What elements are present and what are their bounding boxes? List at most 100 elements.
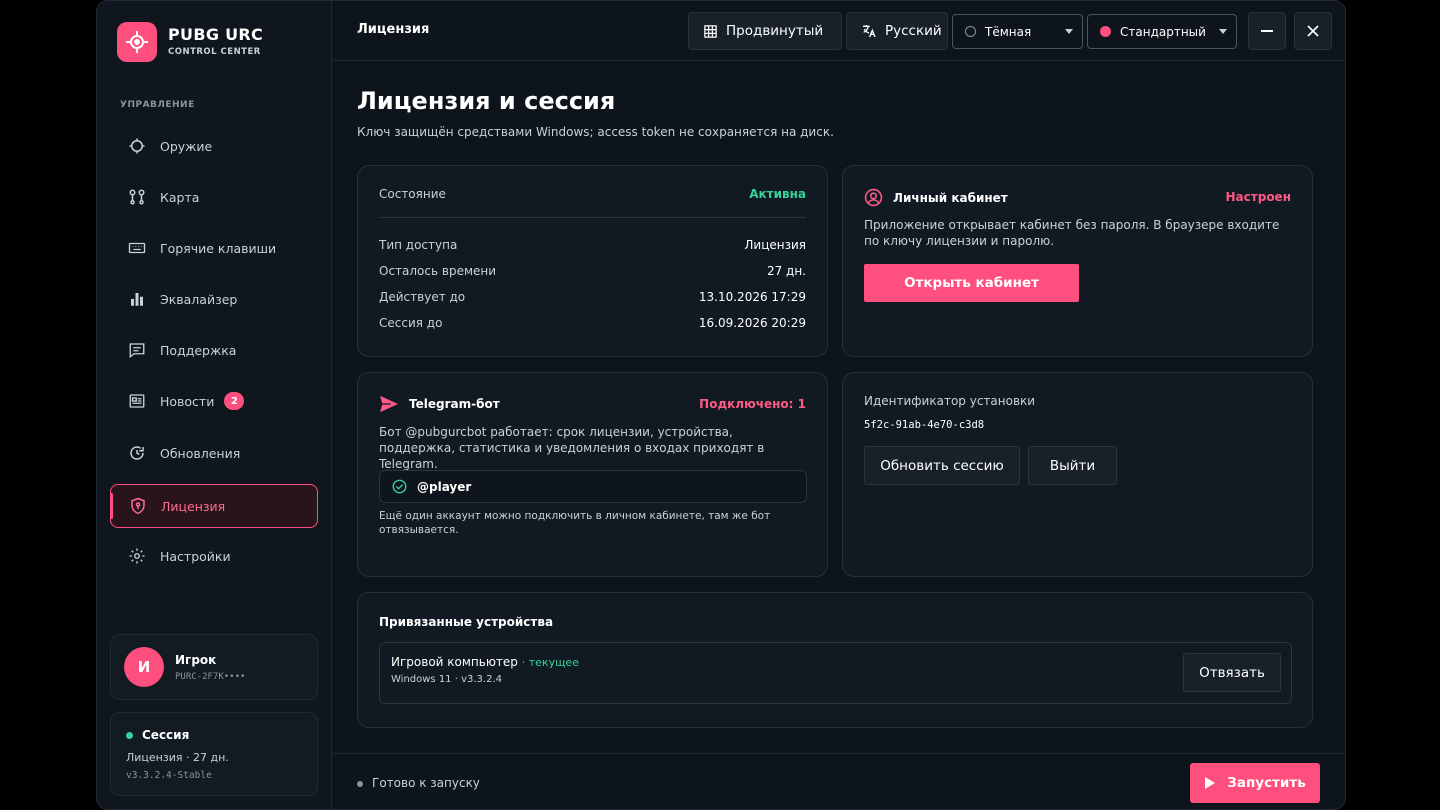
refresh-icon (122, 444, 152, 462)
sidebar-item-map[interactable]: Карта (110, 175, 318, 219)
app-window: PUBG URC CONTROL CENTER УПРАВЛЕНИЕ Оружи… (96, 0, 1346, 810)
user-circle-icon (864, 188, 883, 207)
devices-card: Привязанные устройства Игровой компьютер… (357, 592, 1313, 728)
send-icon (379, 395, 399, 413)
devices-title: Привязанные устройства (379, 615, 554, 629)
sidebar-item-updates[interactable]: Обновления (110, 431, 318, 475)
row-value: Лицензия (744, 238, 806, 252)
state-value: Активна (749, 187, 806, 201)
logo (117, 22, 157, 62)
theme-swatch (965, 26, 976, 37)
sidebar: PUBG URC CONTROL CENTER УПРАВЛЕНИЕ Оружи… (97, 1, 332, 809)
grid-icon (703, 24, 718, 39)
sidebar-item-weapons[interactable]: Оружие (110, 124, 318, 168)
license-status-card: Состояние Активна Тип доступа Лицензия О… (357, 165, 828, 357)
device-current-tag: · текущее (521, 656, 579, 669)
topbar-title: Лицензия (357, 22, 430, 37)
language-button[interactable]: Русский (846, 12, 948, 50)
sidebar-item-license[interactable]: Лицензия (110, 484, 318, 528)
chevron-down-icon (1219, 29, 1227, 34)
close-icon (1307, 25, 1319, 37)
equalizer-icon (122, 290, 152, 308)
keyboard-icon (122, 239, 152, 257)
telegram-title: Telegram-бот (409, 397, 500, 411)
install-id-value: 5f2c-91ab-4e70-c3d8 (864, 419, 985, 431)
row-label: Действует до (379, 290, 466, 304)
play-icon (1205, 777, 1216, 789)
sidebar-item-news[interactable]: Новости 2 (110, 379, 318, 423)
sidebar-item-label: Настройки (160, 548, 231, 564)
logout-button[interactable]: Выйти (1028, 446, 1117, 485)
row-label: Сессия до (379, 316, 443, 330)
brand-title: PUBG URC (168, 25, 264, 44)
user-license-key: PURC-2F7K•••• (175, 672, 246, 682)
session-info: Лицензия · 27 дн. (126, 751, 229, 764)
license-row: Действует до 13.10.2026 17:29 (379, 290, 806, 304)
device-name-line: Игровой компьютер · текущее (391, 655, 579, 669)
cabinet-card: Личный кабинет Настроен Приложение откры… (842, 165, 1313, 357)
section-label: УПРАВЛЕНИЕ (120, 100, 195, 110)
install-id-label: Идентификатор установки (864, 394, 1036, 408)
row-value: 16.09.2026 20:29 (698, 316, 806, 330)
session-status-dot (126, 732, 133, 739)
divider (379, 217, 806, 218)
chat-icon (122, 341, 152, 359)
minimize-button[interactable] (1248, 12, 1286, 50)
accent-select[interactable]: Стандартный (1087, 14, 1237, 49)
chevron-down-icon (1065, 29, 1073, 34)
state-label: Состояние (379, 187, 446, 201)
telegram-note: Ещё один аккаунт можно подключить в личн… (379, 510, 771, 536)
row-value: 13.10.2026 17:29 (698, 290, 806, 304)
telegram-status: Подключено: 1 (699, 397, 806, 411)
brand-subtitle: CONTROL CENTER (168, 47, 261, 57)
sidebar-item-support[interactable]: Поддержка (110, 328, 318, 372)
map-route-icon (122, 188, 152, 206)
mode-label: Продвинутый (726, 23, 824, 39)
sidebar-item-hotkeys[interactable]: Горячие клавиши (110, 226, 318, 270)
accent-swatch (1100, 26, 1111, 37)
telegram-account-item: @player (379, 470, 807, 503)
sidebar-item-label: Горячие клавиши (160, 240, 277, 256)
close-button[interactable] (1294, 12, 1332, 50)
sidebar-item-settings[interactable]: Настройки (110, 534, 318, 578)
gear-icon (122, 547, 152, 565)
accent-value: Стандартный (1120, 24, 1206, 39)
avatar: И (124, 647, 164, 687)
target-logo-icon (126, 31, 148, 53)
footer: Готово к запуску Запустить (332, 753, 1345, 809)
theme-select[interactable]: Тёмная (952, 14, 1083, 49)
device-name: Игровой компьютер (391, 655, 518, 669)
telegram-description: Бот @pubgurcbot работает: срок лицензии,… (379, 425, 765, 471)
crosshair-icon (122, 137, 152, 155)
news-count-badge: 2 (224, 392, 245, 410)
license-row: Осталось времени 27 дн. (379, 264, 806, 278)
mode-button[interactable]: Продвинутый (688, 12, 842, 50)
open-cabinet-button[interactable]: Открыть кабинет (864, 264, 1079, 302)
user-name: Игрок (175, 653, 217, 667)
cabinet-status: Настроен (1225, 190, 1291, 204)
device-details: Windows 11 · v3.3.2.4 (391, 674, 502, 685)
row-value: 27 дн. (766, 264, 806, 278)
user-card[interactable]: И Игрок PURC-2F7K•••• (110, 634, 318, 700)
translate-icon (861, 23, 877, 39)
license-row: Тип доступа Лицензия (379, 238, 806, 252)
sidebar-item-label: Карта (160, 189, 200, 205)
license-row: Сессия до 16.09.2026 20:29 (379, 316, 806, 330)
theme-value: Тёмная (985, 24, 1032, 39)
row-label: Тип доступа (379, 238, 458, 252)
sidebar-item-label: Оружие (160, 138, 213, 154)
unbind-device-button[interactable]: Отвязать (1183, 653, 1281, 692)
shield-icon (123, 497, 153, 515)
sidebar-item-label: Поддержка (160, 342, 237, 358)
cabinet-description: Приложение открывает кабинет без пароля.… (864, 218, 1280, 248)
sidebar-item-equalizer[interactable]: Эквалайзер (110, 277, 318, 321)
launch-button[interactable]: Запустить (1190, 763, 1320, 803)
sidebar-item-label: Лицензия (161, 498, 226, 514)
launch-label: Запустить (1227, 775, 1306, 791)
check-circle-icon (392, 479, 407, 494)
cabinet-header: Личный кабинет (864, 188, 1008, 207)
session-card: Сессия Лицензия · 27 дн. v3.3.2.4-Stable (110, 712, 318, 796)
refresh-session-button[interactable]: Обновить сессию (864, 446, 1020, 485)
license-state-row: Состояние Активна (379, 187, 806, 201)
device-row: Игровой компьютер · текущее Windows 11 ·… (379, 642, 1292, 704)
